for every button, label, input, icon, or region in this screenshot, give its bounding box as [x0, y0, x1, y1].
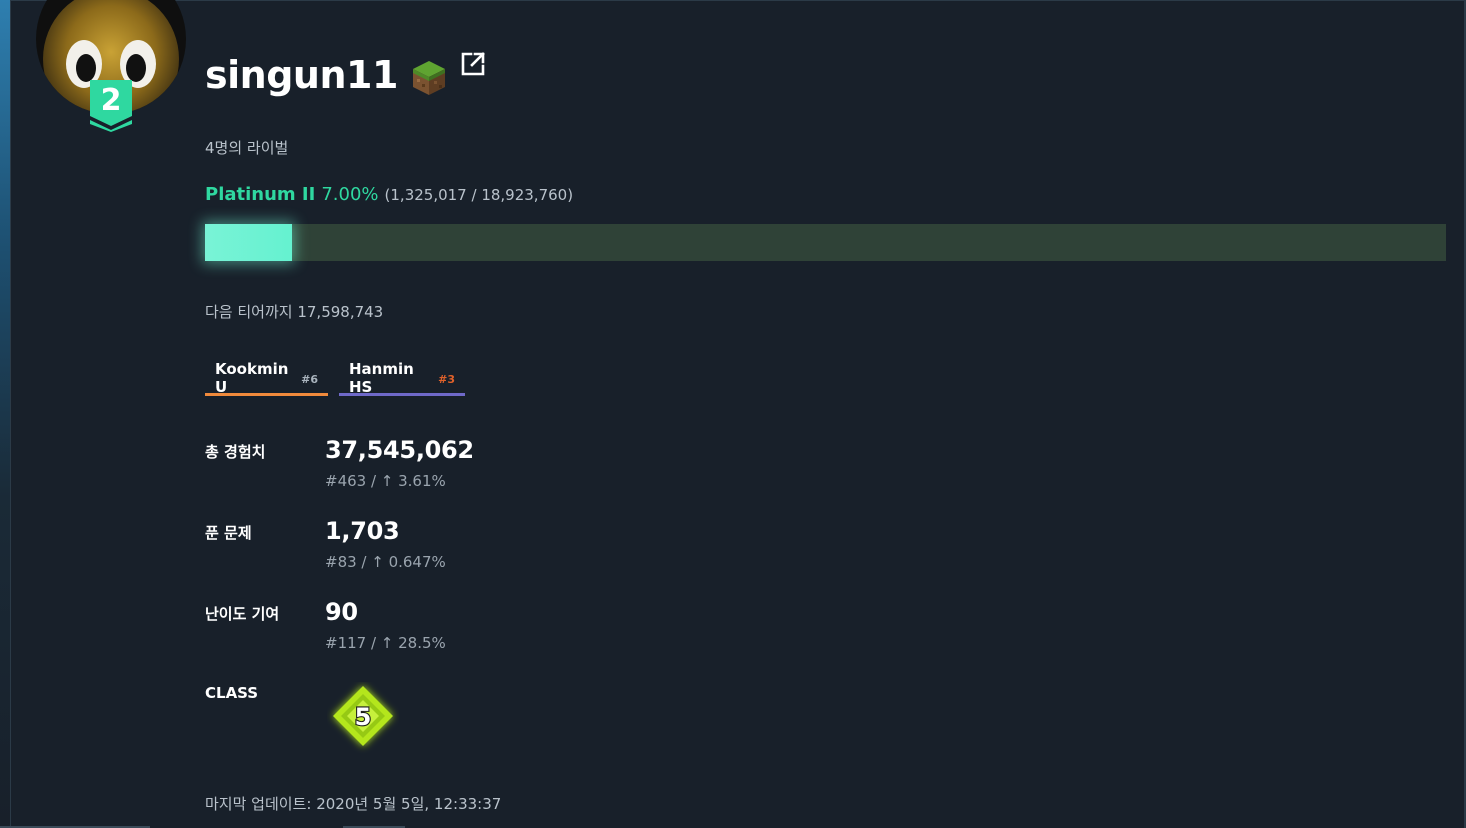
- next-tier-text: 다음 티어까지 17,598,743: [205, 303, 384, 321]
- org-rank: #3: [438, 372, 455, 386]
- profile-page: 2 singun11 4명의 라이벌 Platinum II 7.00% (1,…: [0, 0, 1466, 828]
- tier-row: Platinum II 7.00% (1,325,017 / 18,923,76…: [205, 184, 573, 205]
- class-badge[interactable]: 5: [327, 682, 399, 754]
- class-label: CLASS: [205, 684, 259, 702]
- minecraft-grass-block-icon: [412, 59, 446, 97]
- org-rank: #6: [301, 372, 318, 386]
- exp-label: 총 경험치: [205, 443, 266, 461]
- username: singun11: [205, 53, 398, 97]
- tier-name: Platinum II: [205, 184, 316, 205]
- contribution-rank: #117 / ↑ 28.5%: [325, 634, 446, 652]
- exp-rank: #463 / ↑ 3.61%: [325, 472, 446, 490]
- tier-progress-bar: [205, 224, 1446, 261]
- tier-badge-number: 2: [100, 83, 122, 118]
- external-link-icon[interactable]: [460, 51, 486, 77]
- rivals-count[interactable]: 4명의 라이벌: [205, 137, 288, 158]
- tier-progress-fill: [205, 224, 292, 261]
- tier-percent: 7.00%: [321, 184, 379, 205]
- last-updated: 마지막 업데이트: 2020년 5월 5일, 12:33:37: [205, 795, 502, 813]
- exp-value: 37,545,062: [325, 436, 474, 464]
- solved-rank: #83 / ↑ 0.647%: [325, 553, 446, 571]
- left-edge: [0, 0, 11, 828]
- solved-value: 1,703: [325, 517, 400, 545]
- org-tab-kookmin[interactable]: Kookmin U #6: [205, 359, 328, 396]
- class-number: 5: [355, 703, 372, 731]
- solved-label: 푼 문제: [205, 524, 252, 542]
- username-row: singun11: [205, 50, 486, 100]
- top-divider: [10, 0, 1466, 1]
- contribution-value: 90: [325, 598, 358, 626]
- tier-badge: 2: [90, 80, 132, 132]
- tier-progress-text: (1,325,017 / 18,923,760): [384, 186, 574, 204]
- org-name: Kookmin U: [215, 359, 289, 396]
- organization-tabs: Kookmin U #6 Hanmin HS #3: [205, 359, 476, 396]
- contribution-label: 난이도 기여: [205, 605, 280, 623]
- org-tab-hanmin[interactable]: Hanmin HS #3: [339, 359, 465, 396]
- org-name: Hanmin HS: [349, 359, 414, 396]
